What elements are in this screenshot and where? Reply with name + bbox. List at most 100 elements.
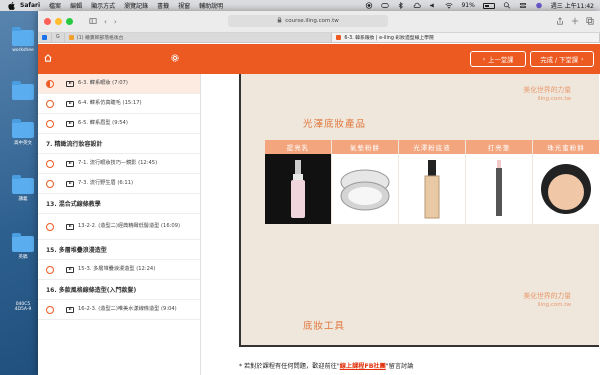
product-name: 氣墊粉餅 — [332, 140, 398, 154]
video-icon — [66, 120, 74, 127]
forward-icon[interactable]: › — [114, 18, 117, 26]
progress-radio-icon[interactable] — [46, 265, 54, 274]
video-icon — [66, 223, 74, 230]
favicon-icon — [42, 35, 47, 40]
browser-window: ‹ › course.iling.com.tw G (1) 櫃賣師部落格後台 6… — [38, 11, 600, 375]
progress-radio-icon[interactable] — [46, 159, 54, 168]
lesson-item[interactable]: 13-2-2. (造型二)經典精緻低髻造型 (16:09) — [38, 214, 200, 240]
previous-lesson-button[interactable]: ‹ 上一堂課 — [470, 51, 526, 67]
chevron-right-icon: › — [581, 55, 584, 63]
tab-course[interactable]: 6-3. 韓系眼妝 | e-iling 彩妝造型線上學院 — [332, 33, 600, 42]
desktop-icon-folder[interactable]: 講義 — [10, 175, 36, 202]
sidebar-toggle-icon[interactable] — [89, 17, 97, 27]
battery-icon[interactable] — [482, 2, 495, 9]
tab-blog-admin[interactable]: (1) 櫃賣師部落格後台 — [65, 33, 333, 42]
cloud-icon[interactable] — [413, 2, 422, 9]
progress-radio-icon[interactable] — [46, 179, 54, 188]
clock[interactable]: 週三 上午11:42 — [551, 1, 594, 10]
tab-label: 6-3. 韓系眼妝 | e-iling 彩妝造型線上學院 — [344, 36, 434, 41]
desktop-icon-label: 講義 — [18, 197, 28, 202]
progress-radio-icon[interactable] — [46, 119, 54, 128]
folder-icon — [12, 233, 34, 252]
minimize-window-button[interactable] — [55, 18, 62, 25]
powder-compact-image — [533, 154, 599, 224]
lesson-item[interactable]: 6-3. 韓系眼妝 (7:07) — [38, 74, 200, 94]
lesson-item[interactable]: 7-3. 流行野生眉 (6:11) — [38, 174, 200, 194]
menu-history[interactable]: 瀏覽記錄 — [124, 1, 148, 10]
lesson-label: 6-4. 韓系仿真睫毛 (15:17) — [78, 100, 142, 106]
menu-bar: Safari 檔案 編輯 顯示方式 瀏覽記錄 書籤 視窗 輔助說明 91% 週三… — [0, 0, 600, 11]
control-center-icon[interactable] — [519, 2, 527, 9]
brand-watermark-bottom: 美化世界的力量 iling.com.tw — [523, 292, 571, 310]
bluetooth-icon[interactable] — [397, 2, 405, 9]
desktop-icon-folder[interactable]: 英稿 — [10, 233, 36, 260]
close-window-button[interactable] — [44, 18, 51, 25]
product-card: 珠光蜜粉餅 — [533, 140, 599, 224]
folder-icon — [12, 119, 34, 138]
folder-icon — [12, 81, 34, 100]
address-bar[interactable]: course.iling.com.tw — [228, 15, 388, 27]
menu-bookmarks[interactable]: 書籤 — [157, 1, 169, 10]
next-lesson-label: 完成 / 下堂課 — [540, 56, 579, 64]
chevron-left-icon: ‹ — [482, 55, 486, 63]
help-note-suffix: "留言討論 — [385, 363, 414, 370]
fb-group-link[interactable]: 線上課程FB社團 — [340, 363, 386, 370]
menu-app-name[interactable]: Safari — [20, 2, 40, 9]
game-controller-icon[interactable] — [381, 2, 390, 9]
lesson-item[interactable]: 6-4. 韓系仿真睫毛 (15:17) — [38, 94, 200, 114]
zoom-window-button[interactable] — [66, 18, 73, 25]
product-name: 光澤粉底液 — [399, 140, 465, 154]
lesson-item[interactable]: 15-3. 多層堆疊浪漫造型 (12:24) — [38, 260, 200, 280]
tab-overview-icon[interactable] — [586, 16, 594, 27]
progress-radio-icon[interactable] — [46, 99, 54, 108]
primer-bottle-image — [265, 154, 331, 224]
wifi-icon[interactable] — [445, 2, 454, 9]
lesson-slide: 美化世界的力量 iling.com.tw 光澤底妝產品 提亮乳 氣墊粉餅 光澤粉… — [239, 74, 599, 347]
menu-edit[interactable]: 編輯 — [70, 1, 82, 10]
menu-file[interactable]: 檔案 — [49, 1, 61, 10]
brand-url: iling.com.tw — [537, 96, 571, 102]
apple-icon[interactable] — [6, 1, 16, 11]
section-heading: 16. 多款風格線條造型(入門款髮) — [38, 280, 200, 300]
desktop-icon-label: 040C5 4D5A-9 — [14, 302, 32, 312]
tab-bar: G (1) 櫃賣師部落格後台 6-3. 韓系眼妝 | e-iling 彩妝造型線… — [38, 33, 600, 43]
volume-icon[interactable] — [429, 2, 437, 9]
desktop-icon-folder[interactable]: workshee — [10, 27, 36, 53]
battery-percent[interactable]: 91% — [461, 2, 474, 9]
lesson-label: 6-3. 韓系眼妝 (7:07) — [78, 80, 128, 86]
share-icon[interactable] — [556, 16, 564, 27]
menu-window[interactable]: 視窗 — [178, 1, 190, 10]
settings-gear-icon[interactable] — [171, 54, 179, 64]
lesson-item[interactable]: 6-5. 韓系眉型 (9:54) — [38, 114, 200, 134]
lesson-item[interactable]: 7-1. 流行眼妝技巧—鏡影 (12:45) — [38, 154, 200, 174]
new-tab-icon[interactable] — [571, 17, 579, 27]
section-heading: 7. 精緻流行妝容設計 — [38, 134, 200, 154]
complete-next-lesson-button[interactable]: 完成 / 下堂課 › — [530, 51, 594, 67]
tab-label: (1) 櫃賣師部落格後台 — [76, 36, 124, 41]
menu-view[interactable]: 顯示方式 — [91, 1, 115, 10]
favicon-icon — [68, 35, 74, 40]
curriculum-sidebar: 6-3. 韓系眼妝 (7:07) 6-4. 韓系仿真睫毛 (15:17) 6-5… — [38, 74, 201, 375]
lesson-item[interactable]: 16-2-3. (造型二)唯美水漾線條造型 (9:04) — [38, 300, 200, 320]
product-name: 提亮乳 — [265, 140, 331, 154]
product-card: 光澤粉底液 — [399, 140, 465, 224]
progress-radio-icon[interactable] — [46, 222, 54, 231]
desktop-icon-folder[interactable]: 高中英文 — [10, 119, 36, 146]
lesson-content: 美化世界的力量 iling.com.tw 光澤底妝產品 提亮乳 氣墊粉餅 光澤粉… — [201, 74, 600, 375]
progress-radio-icon[interactable] — [46, 305, 54, 314]
menu-help[interactable]: 輔助說明 — [199, 1, 223, 10]
desktop-icon-folder[interactable] — [10, 81, 36, 102]
video-icon — [66, 160, 74, 167]
search-icon[interactable] — [503, 2, 511, 9]
brand-watermark-top: 美化世界的力量 iling.com.tw — [523, 86, 571, 104]
back-icon[interactable]: ‹ — [104, 18, 107, 26]
tab-google[interactable]: G — [52, 33, 65, 42]
tab-pinned[interactable] — [38, 33, 52, 42]
home-icon[interactable] — [44, 54, 52, 64]
highlighter-pen-image — [466, 154, 532, 224]
product-name: 珠光蜜粉餅 — [533, 140, 599, 154]
progress-radio-icon[interactable] — [46, 79, 54, 88]
desktop-icon-file[interactable]: 040C5 4D5A-9 — [10, 302, 36, 312]
record-icon[interactable] — [365, 2, 373, 9]
siri-icon[interactable] — [535, 2, 543, 9]
